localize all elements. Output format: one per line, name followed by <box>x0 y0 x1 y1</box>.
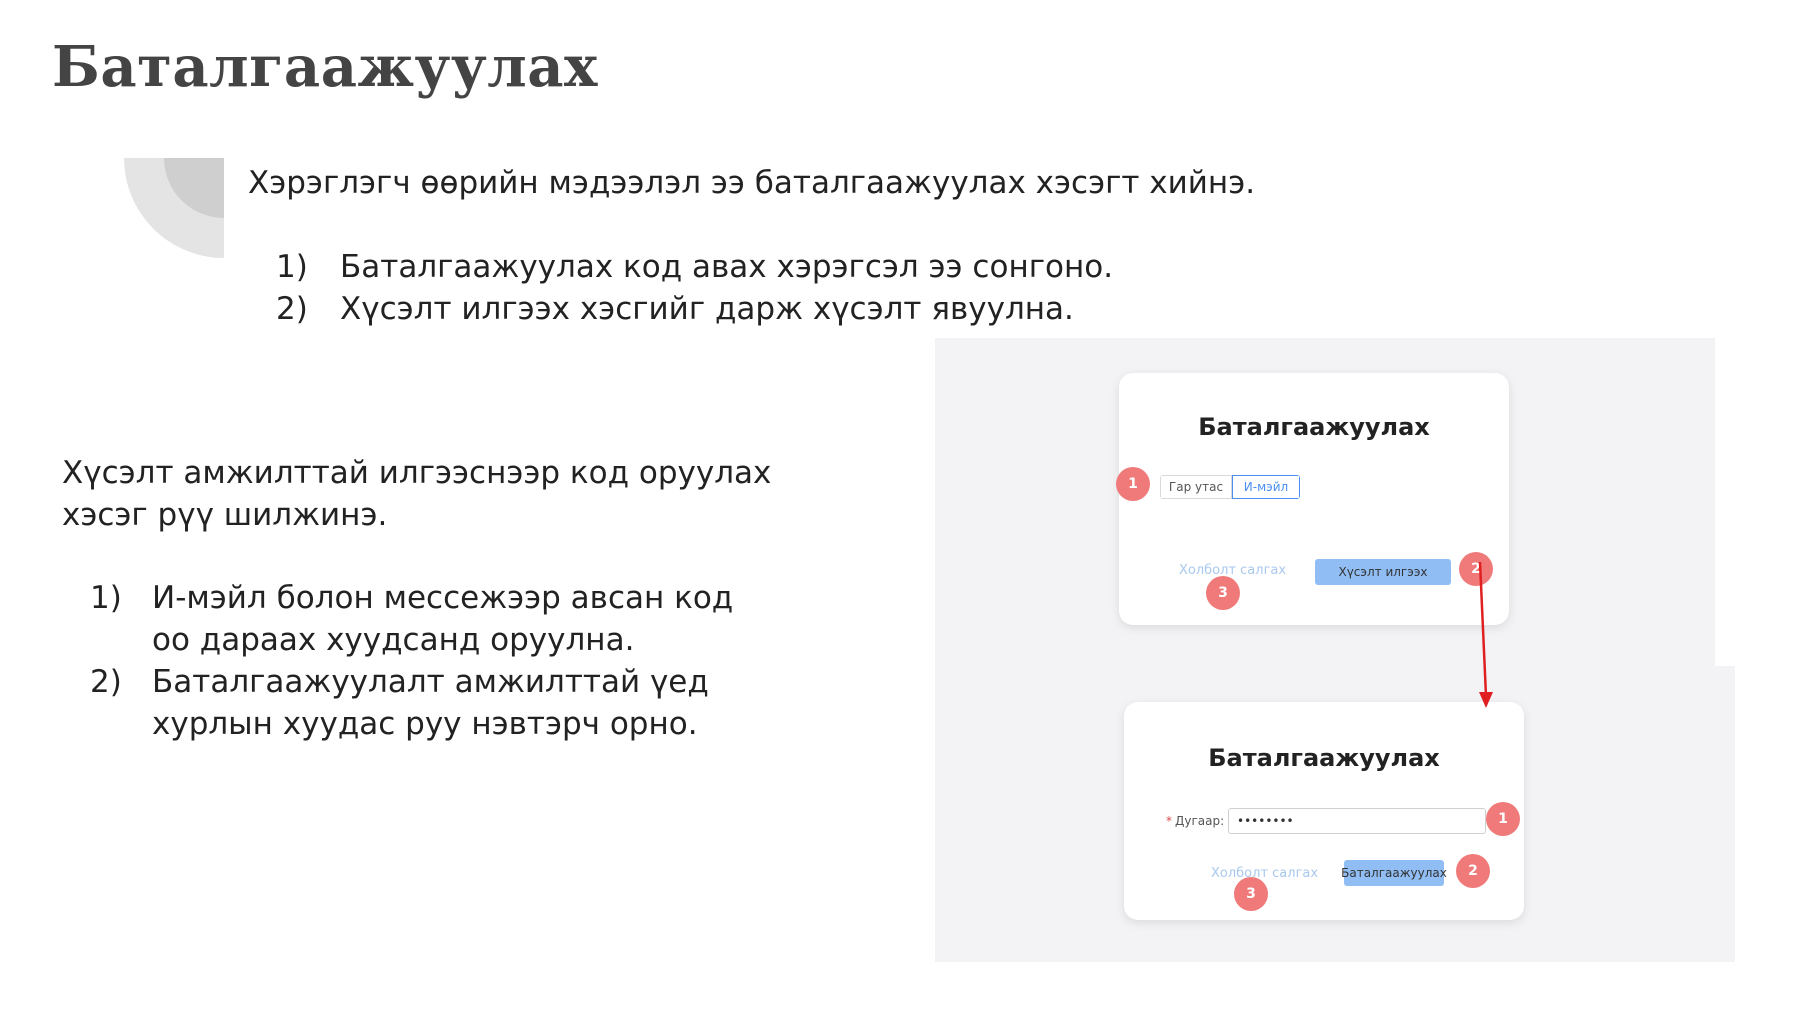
list-number: 2) <box>90 664 122 700</box>
list-text: И-мэйл болон мессежээр авсан код оо дара… <box>152 580 734 658</box>
verify-button[interactable]: Баталгаажуулах <box>1341 860 1447 886</box>
list-item: 2) Хүсэлт илгээх хэсгийг дарж хүсэлт яву… <box>276 288 1113 330</box>
code-steps-list: 1) И-мэйл болон мессежээр авсан код оо д… <box>90 577 770 745</box>
intro-text: Хэрэглэгч өөрийн мэдээлэл ээ баталгаажуу… <box>248 165 1256 201</box>
method-toggle[interactable]: Гар утас И-мэйл <box>1160 475 1300 499</box>
list-number: 1) <box>276 249 308 285</box>
card-title: Баталгаажуулах <box>1198 413 1430 441</box>
list-text: Баталгаажуулах код авах хэрэгсэл ээ сонг… <box>340 249 1114 285</box>
disconnect-link[interactable]: Холболт салгах <box>1179 563 1286 578</box>
code-input[interactable]: •••••••• <box>1228 808 1486 834</box>
list-item: 1) Баталгаажуулах код авах хэрэгсэл ээ с… <box>276 246 1113 288</box>
list-item: 1) И-мэйл болон мессежээр авсан код оо д… <box>90 577 770 661</box>
required-icon: * <box>1166 814 1172 828</box>
list-number: 2) <box>276 291 308 327</box>
option-email[interactable]: И-мэйл <box>1232 475 1300 499</box>
list-number: 1) <box>90 580 122 616</box>
request-steps-list: 1) Баталгаажуулах код авах хэрэгсэл ээ с… <box>276 246 1113 330</box>
list-text: Баталгаажуулалт амжилттай үед хурлын хуу… <box>152 664 709 742</box>
field-label-text: Дугаар: <box>1175 814 1225 828</box>
code-field-label: * Дугаар: <box>1166 814 1224 828</box>
card-title: Баталгаажуулах <box>1208 744 1440 772</box>
step-badge: 1 <box>1486 802 1520 836</box>
code-entry-card: Баталгаажуулах * Дугаар: •••••••• Холболт… <box>1124 702 1524 920</box>
step-badge: 1 <box>1116 467 1150 501</box>
send-request-button[interactable]: Хүсэлт илгээх <box>1315 559 1451 585</box>
option-phone[interactable]: Гар утас <box>1160 475 1232 499</box>
slide-title: Баталгаажуулах <box>52 34 598 100</box>
decorative-arc-icon <box>124 158 224 258</box>
list-text: Хүсэлт илгээх хэсгийг дарж хүсэлт явуулн… <box>340 291 1074 327</box>
step-badge: 3 <box>1234 877 1268 911</box>
transition-arrow-icon <box>1478 561 1493 708</box>
disconnect-link[interactable]: Холболт салгах <box>1211 866 1318 881</box>
list-item: 2) Баталгаажуулалт амжилттай үед хурлын … <box>90 661 770 745</box>
step-badge: 2 <box>1456 854 1490 888</box>
step-badge: 3 <box>1206 576 1240 610</box>
result-text: Хүсэлт амжилттай илгээснээр код оруулах … <box>62 455 772 533</box>
verification-request-card: Баталгаажуулах Гар утас И-мэйл Холболт с… <box>1119 373 1509 625</box>
